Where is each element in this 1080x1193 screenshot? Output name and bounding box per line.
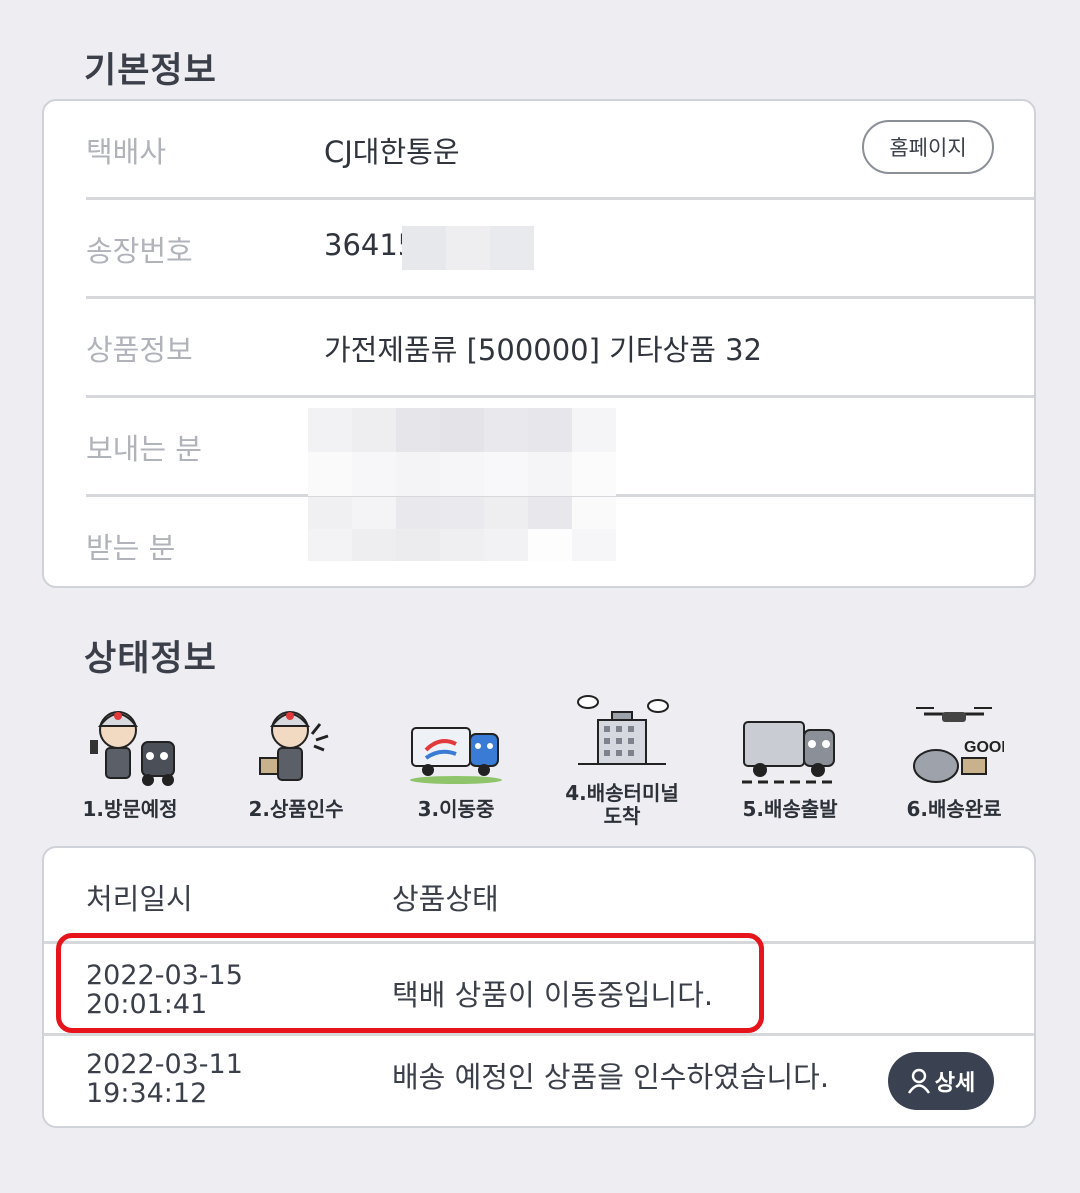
basic-info-title: 기본정보 <box>84 51 217 91</box>
row-date: 2022-03-11 <box>86 1049 243 1080</box>
drone-delivered-icon: GOOD <box>913 707 1004 783</box>
step-delivered: GOOD 6.배송완료 <box>884 700 1024 835</box>
step-label: 5.배송출발 <box>742 797 838 821</box>
terminal-building-icon <box>577 695 669 765</box>
step-label-line1: 4.배송터미널 <box>565 781 679 805</box>
step-label: 4.배송터미널 도착 <box>552 782 692 828</box>
receiver-label: 받는 분 <box>86 531 176 565</box>
sender-label: 보내는 분 <box>86 432 202 466</box>
person-icon <box>907 1068 930 1094</box>
info-row-sender: 보내는 분 <box>86 398 1034 497</box>
step-label-line2: 도착 <box>603 804 641 828</box>
row-datetime: 2022-03-11 19:34:12 <box>86 1050 243 1108</box>
detail-button[interactable]: 상세 <box>888 1052 994 1110</box>
row-time: 19:34:12 <box>86 1078 208 1109</box>
carrier-value: CJ대한통운 <box>324 135 460 169</box>
invoice-label: 송장번호 <box>86 234 193 268</box>
datetime-header: 처리일시 <box>86 882 193 916</box>
status-info-title: 상태정보 <box>84 639 217 679</box>
receiver-redaction <box>308 497 616 561</box>
step-label: 1.방문예정 <box>82 797 178 821</box>
sender-redaction <box>308 408 616 496</box>
step-label: 6.배송완료 <box>906 797 1002 821</box>
delivery-steps: 1.방문예정 2.상품인수 3.이동중 4.배송터미널 도착 5.배송출발 GO… <box>60 695 1020 835</box>
highlight-box <box>56 933 764 1033</box>
step-item-received: 2.상품인수 <box>226 700 366 835</box>
step-label: 3.이동중 <box>417 797 495 821</box>
step-out-for-delivery: 5.배송출발 <box>720 700 860 835</box>
table-row: 2022-03-11 19:34:12 배송 예정인 상품을 인수하였습니다. … <box>44 1033 1034 1130</box>
step-label: 2.상품인수 <box>248 797 344 821</box>
info-row-invoice: 송장번호 36415 <box>86 200 1034 299</box>
info-row-receiver: 받는 분 <box>86 497 1034 587</box>
info-row-product: 상품정보 가전제품류 [500000] 기타상품 32 <box>86 299 1034 398</box>
invoice-redaction <box>402 226 534 270</box>
delivery-truck-icon <box>742 721 838 784</box>
courier-with-truck-icon <box>90 711 175 786</box>
status-header: 상품상태 <box>392 882 499 916</box>
moving-truck-icon <box>410 727 502 784</box>
step-in-transit: 3.이동중 <box>386 700 526 835</box>
detail-button-label: 상세 <box>934 1071 976 1096</box>
product-value: 가전제품류 [500000] 기타상품 32 <box>324 333 763 367</box>
step-visit-scheduled: 1.방문예정 <box>60 700 200 835</box>
courier-thumbs-up-icon <box>259 711 329 781</box>
good-badge-text: GOOD <box>964 739 1004 756</box>
step-terminal-arrival: 4.배송터미널 도착 <box>552 695 692 835</box>
row-status: 배송 예정인 상품을 인수하였습니다. <box>392 1060 830 1094</box>
basic-info-card: 택배사 CJ대한통운 홈페이지 송장번호 36415 상품정보 가전제품류 [5… <box>42 99 1036 588</box>
carrier-label: 택배사 <box>86 135 167 169</box>
product-label: 상품정보 <box>86 333 193 367</box>
info-row-carrier: 택배사 CJ대한통운 홈페이지 <box>86 101 1034 200</box>
homepage-button[interactable]: 홈페이지 <box>862 120 994 174</box>
